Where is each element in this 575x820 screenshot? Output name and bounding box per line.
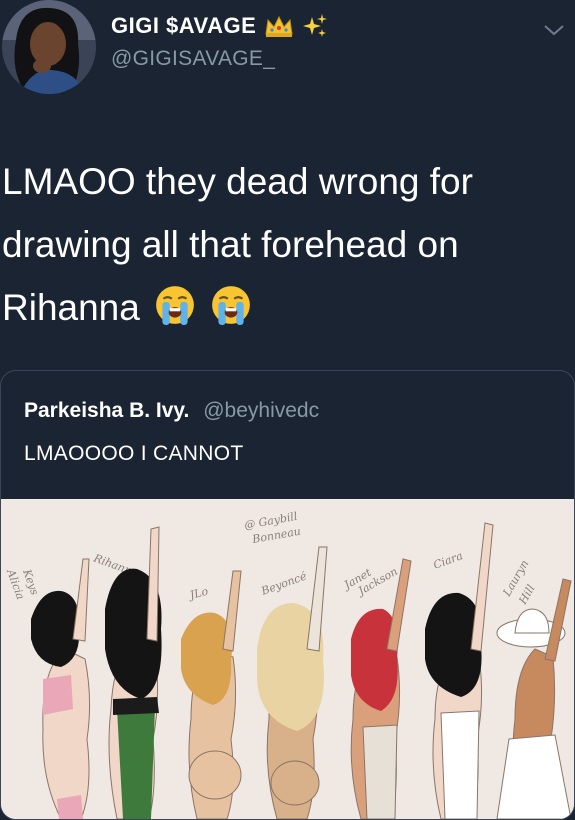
quoted-tweet-header: Parkeisha B. Ivy. @beyhivedc — [24, 399, 319, 423]
quoted-author-name[interactable]: Parkeisha B. Ivy. — [24, 399, 189, 422]
author-handle[interactable]: @GIGISAVAGE_ — [111, 47, 275, 71]
quoted-author-handle[interactable]: @beyhivedc — [203, 399, 319, 422]
author-display-name[interactable]: GIGI $AVAGE — [111, 13, 256, 39]
tweet-text-line: drawing all that forehead on — [2, 224, 459, 265]
crown-icon — [265, 15, 293, 37]
tweet-text: LMAOO they dead wrong for drawing all th… — [2, 150, 562, 339]
tweet-text-line: LMAOO they dead wrong for — [2, 161, 473, 202]
chevron-down-icon[interactable] — [543, 22, 565, 38]
quoted-tweet-card[interactable]: Parkeisha B. Ivy. @beyhivedc LMAOOOO I C… — [0, 370, 575, 820]
tweet: GIGI $AVAGE @GIGISAVAGE_ LMAOO they dead… — [0, 0, 575, 820]
tweet-text-fragment: Rihanna — [2, 287, 140, 328]
avatar-photo — [2, 0, 96, 94]
sparkles-icon — [303, 14, 328, 37]
loudly-crying-face-icon — [212, 286, 251, 325]
celebrity-drawing-illustration: Alicia Keys Rihanna JLo @ Gaybill Bonnea… — [1, 499, 574, 819]
loudly-crying-face-icon — [156, 286, 195, 325]
quoted-tweet-text: LMAOOOO I CANNOT — [24, 442, 244, 465]
quoted-tweet-image[interactable]: Alicia Keys Rihanna JLo @ Gaybill Bonnea… — [1, 499, 574, 819]
author-name-row[interactable]: GIGI $AVAGE — [111, 13, 328, 39]
avatar[interactable] — [2, 0, 96, 94]
tweet-text-line: Rihanna — [2, 276, 562, 339]
